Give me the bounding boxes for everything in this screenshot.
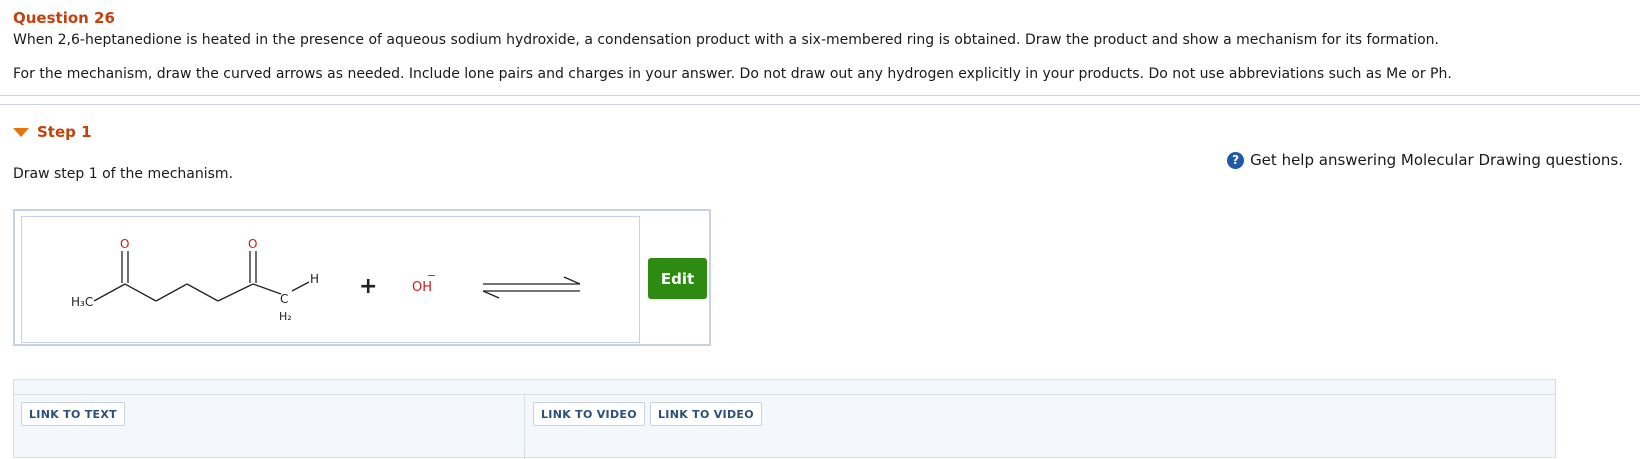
hydroxide-label: OH bbox=[412, 280, 432, 295]
bond-h3c-c2 bbox=[93, 283, 126, 302]
drawing-preview: H₃C O O C H₂ H + OH − bbox=[21, 216, 640, 343]
links-panel-divider bbox=[524, 395, 525, 459]
oxygen-label-2: O bbox=[248, 237, 257, 251]
question-text-line1: When 2,6-heptanedione is heated in the p… bbox=[13, 32, 1440, 48]
edit-button[interactable]: Edit bbox=[648, 258, 707, 299]
ch2-h2-label: H₂ bbox=[279, 310, 292, 323]
help-question-icon: ? bbox=[1227, 151, 1245, 169]
bond-c7-h bbox=[291, 281, 310, 292]
bond-c4-c5 bbox=[186, 283, 219, 302]
plus-sign: + bbox=[359, 274, 377, 299]
ch2-carbon-label: C bbox=[280, 292, 288, 306]
h3c-label: H₃C bbox=[71, 295, 93, 309]
link-to-video-button-1[interactable]: LINK TO VIDEO bbox=[533, 402, 645, 426]
bond-c5-c6 bbox=[217, 283, 254, 302]
top-divider-2 bbox=[0, 104, 1640, 105]
help-text: Get help answering Molecular Drawing que… bbox=[1250, 151, 1623, 169]
hydroxide-charge: − bbox=[427, 269, 436, 282]
collapse-triangle-icon[interactable] bbox=[13, 127, 29, 137]
step-header[interactable]: Step 1 bbox=[13, 123, 92, 141]
link-to-text-button[interactable]: LINK TO TEXT bbox=[21, 402, 125, 426]
equilibrium-arrow-reverse-head bbox=[482, 290, 500, 299]
drawing-canvas: H₃C O O C H₂ H + OH − bbox=[13, 209, 711, 346]
links-panel-topline bbox=[14, 394, 1555, 395]
step-label: Step 1 bbox=[37, 123, 92, 141]
oxygen-label-1: O bbox=[120, 237, 129, 251]
links-panel: LINK TO TEXT LINK TO VIDEO LINK TO VIDEO bbox=[13, 379, 1556, 459]
equilibrium-arrow-forward-head bbox=[563, 276, 581, 285]
hydrogen-label: H bbox=[310, 272, 319, 286]
bond-c2-c3 bbox=[124, 283, 157, 302]
top-divider bbox=[0, 95, 1640, 96]
draw-prompt: Draw step 1 of the mechanism. bbox=[13, 166, 234, 182]
bond-c3-c4 bbox=[155, 283, 188, 302]
bond-c6-c7 bbox=[252, 283, 282, 295]
molecule-drawing: H₃C O O C H₂ H + OH − bbox=[71, 237, 581, 323]
help-link[interactable]: ? Get help answering Molecular Drawing q… bbox=[1227, 151, 1623, 169]
question-title: Question 26 bbox=[13, 9, 115, 27]
question-text-line2: For the mechanism, draw the curved arrow… bbox=[13, 66, 1452, 82]
link-to-video-button-2[interactable]: LINK TO VIDEO bbox=[650, 402, 762, 426]
